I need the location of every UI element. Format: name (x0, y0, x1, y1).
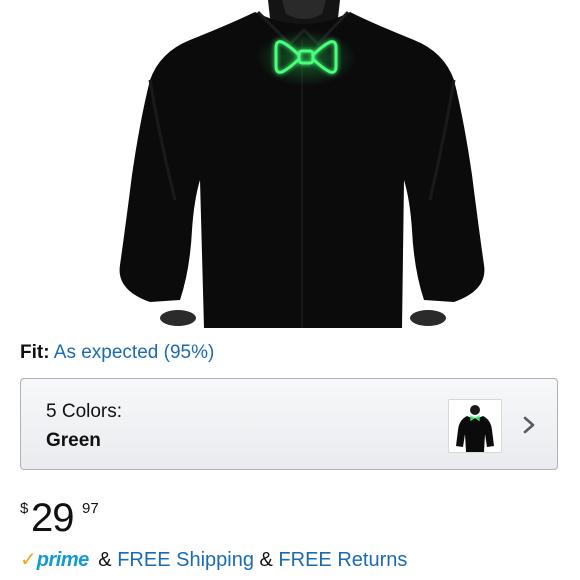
color-selector-button[interactable]: 5 Colors: Green (20, 378, 558, 470)
prime-logo-icon: ✓prime (20, 547, 89, 573)
free-shipping-link[interactable]: FREE Shipping (117, 549, 254, 571)
fit-row: Fit: As expected (95%) (20, 341, 214, 365)
product-thumbnail (448, 399, 502, 453)
selected-color-value: Green (46, 430, 101, 451)
ampersand: & (259, 549, 273, 571)
color-count-label: 5 Colors: (46, 401, 123, 422)
price-whole: 29 (31, 496, 74, 540)
free-returns-link[interactable]: FREE Returns (278, 549, 407, 571)
product-page: Fit: As expected (95%) 5 Colors: Green $ (0, 0, 580, 580)
fit-label: Fit: (20, 342, 50, 363)
product-image[interactable] (0, 0, 580, 328)
prime-check-icon: ✓ (20, 549, 37, 571)
product-photo (119, 0, 485, 328)
chevron-right-icon (519, 413, 539, 437)
fit-value-link[interactable]: As expected (95%) (54, 342, 215, 363)
ampersand: & (98, 549, 112, 571)
prime-word: prime (36, 549, 89, 571)
price-currency-symbol: $ (20, 500, 29, 517)
price-fraction: 97 (82, 500, 99, 517)
shipping-row: ✓prime & FREE Shipping & FREE Returns (20, 547, 407, 573)
